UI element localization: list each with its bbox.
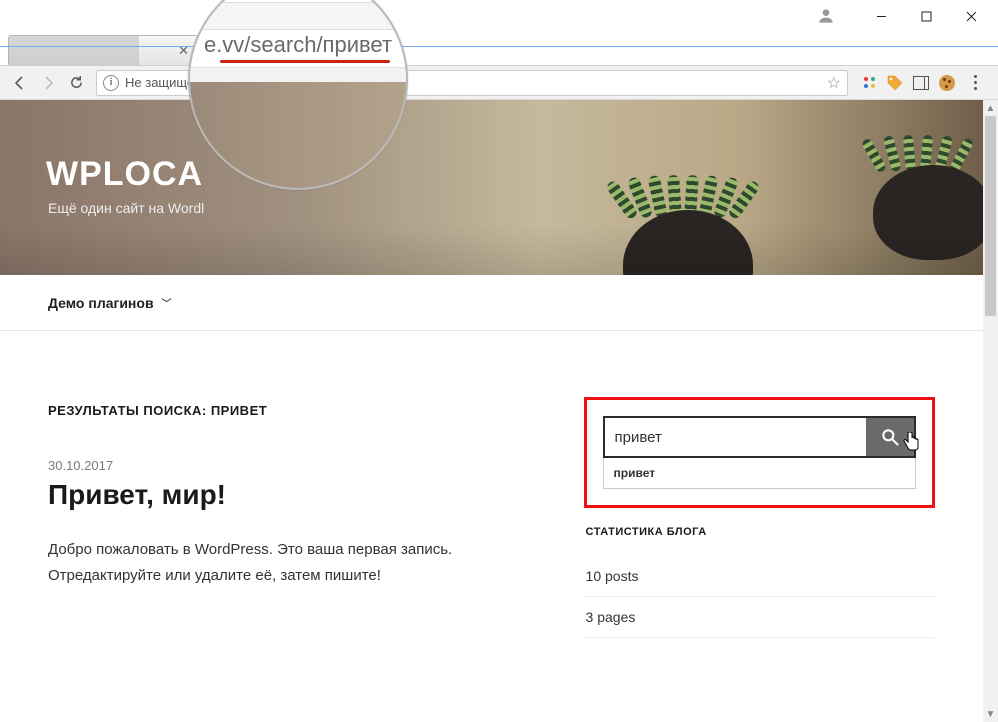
extension-icon-tag[interactable]	[886, 74, 904, 92]
search-results-header: РЕЗУЛЬТАТЫ ПОИСКА: ПРИВЕТ	[48, 403, 524, 418]
extension-icons	[854, 74, 992, 92]
post-excerpt: Добро пожаловать в WordPress. Это ваша п…	[48, 537, 524, 588]
window-close-button[interactable]	[949, 1, 994, 31]
extension-icon-panel[interactable]	[912, 74, 930, 92]
widget-title-stats: СТАТИСТИКА БЛОГА	[586, 526, 935, 538]
reload-button[interactable]	[62, 69, 90, 97]
os-titlebar	[0, 0, 998, 32]
page-content: РЕЗУЛЬТАТЫ ПОИСКА: ПРИВЕТ 30.10.2017 При…	[0, 331, 983, 638]
search-submit-button[interactable]	[866, 418, 914, 456]
header-plant-image-2	[843, 100, 983, 270]
scroll-up-arrow[interactable]: ▲	[983, 100, 998, 116]
sidebar-column: привет СТАТИСТИКА БЛОГА 10 posts 3 pages	[584, 403, 935, 638]
header-plant-image	[583, 120, 783, 275]
back-button[interactable]	[6, 69, 34, 97]
scroll-down-arrow[interactable]: ▼	[983, 706, 998, 722]
browser-tab[interactable]: ✕	[8, 35, 198, 65]
browser-menu-icon[interactable]	[964, 75, 986, 90]
nav-item-label: Демо плагинов	[48, 295, 154, 311]
window-minimize-button[interactable]	[859, 1, 904, 31]
user-profile-icon[interactable]	[813, 3, 839, 29]
site-title[interactable]: WPLOCA	[46, 155, 203, 194]
site-tagline: Ещё один сайт на Wordl	[48, 200, 204, 216]
tab-redacted-area	[9, 36, 139, 65]
main-column: РЕЗУЛЬТАТЫ ПОИСКА: ПРИВЕТ 30.10.2017 При…	[48, 403, 524, 638]
stat-posts: 10 posts	[584, 556, 935, 597]
url-magnifier-annotation: поиска «прі e.vv/search/привет	[188, 0, 408, 190]
bookmark-star-icon[interactable]: ☆	[827, 73, 841, 93]
search-input[interactable]	[605, 418, 866, 456]
extension-icon-cookie[interactable]	[938, 74, 956, 92]
site-header: WPLOCA Ещё один сайт на Wordl	[0, 100, 983, 275]
search-suggestion[interactable]: привет	[603, 458, 916, 489]
browser-tab-strip: ✕	[0, 32, 998, 66]
scrollbar-thumb[interactable]	[985, 116, 996, 316]
annotation-line	[0, 46, 998, 47]
post-title[interactable]: Привет, мир!	[48, 479, 524, 511]
magnifier-underline	[220, 60, 390, 63]
tab-close-icon[interactable]: ✕	[178, 43, 189, 59]
primary-nav: Демо плагинов ﹀	[0, 275, 983, 331]
vertical-scrollbar[interactable]: ▲ ▼	[983, 100, 998, 722]
stat-pages: 3 pages	[584, 597, 935, 638]
extension-icon-dots[interactable]	[860, 74, 878, 92]
cursor-hand-icon	[902, 432, 920, 457]
magnifier-url-text: e.vv/search/привет	[190, 32, 406, 58]
chevron-down-icon: ﹀	[162, 295, 172, 310]
browser-toolbar: i Не защищен ☆	[0, 66, 998, 100]
search-form	[603, 416, 916, 458]
page-viewport: WPLOCA Ещё один сайт на Wordl Демо плаги…	[0, 100, 998, 722]
search-widget-highlight: привет	[584, 397, 935, 508]
post-date: 30.10.2017	[48, 458, 524, 473]
site-info-icon[interactable]: i	[103, 75, 119, 91]
nav-item-demo-plugins[interactable]: Демо плагинов ﹀	[48, 295, 172, 311]
window-maximize-button[interactable]	[904, 1, 949, 31]
forward-button[interactable]	[34, 69, 62, 97]
